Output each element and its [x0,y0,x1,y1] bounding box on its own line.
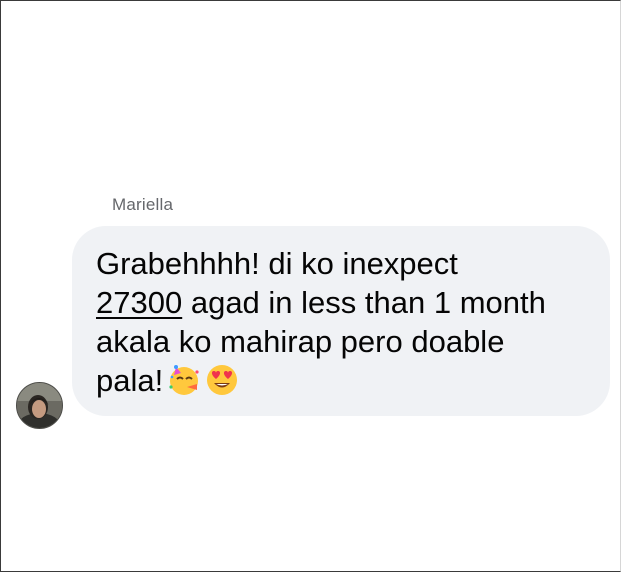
message-line-3: akala ko mahirap pero doable [96,324,505,359]
message-line-4: pala! [96,361,590,400]
partying-face-icon [167,363,201,397]
avatar[interactable] [16,382,63,429]
message-line-1: Grabehhhh! di ko inexpect [96,246,458,281]
heart-eyes-icon [205,363,239,397]
sender-name: Mariella [112,195,174,214]
message-line-2: 27300 agad in less than 1 month [96,283,590,322]
message-line-4-text: pala! [96,363,164,398]
amount-link[interactable]: 27300 [96,285,182,320]
message-line-2-text: agad in less than 1 month [182,285,546,320]
message-bubble[interactable]: Grabehhhh! di ko inexpect 27300 agad in … [72,226,610,416]
